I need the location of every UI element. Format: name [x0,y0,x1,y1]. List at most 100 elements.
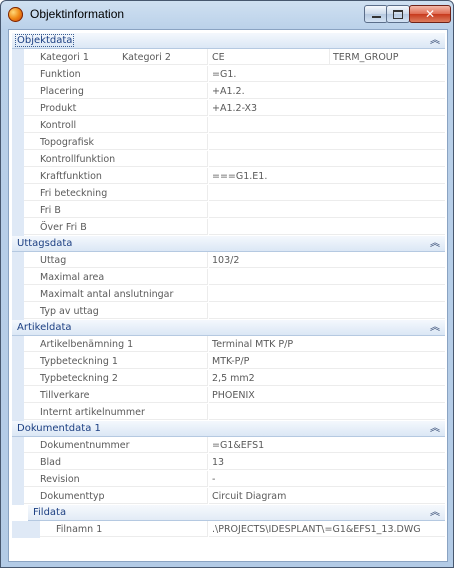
row-gutter [12,454,24,471]
property-label: Produkt [24,100,208,116]
property-label: Maximalt antal anslutningar [24,286,208,302]
objektinformation-window: Objektinformation ✕ Objektdata ︽ Kategor… [0,0,454,568]
property-value[interactable] [209,151,445,167]
double-chevron-up-icon[interactable]: ︽ [430,505,440,521]
property-label: Placering [24,83,208,99]
category-fildata[interactable]: Fildata ︽ [28,505,445,521]
category-artikeldata[interactable]: Artikeldata ︽ [12,320,445,336]
row-gutter [12,66,24,83]
double-chevron-up-icon[interactable]: ︽ [430,421,440,437]
row-gutter [12,83,24,100]
property-value[interactable] [209,303,445,319]
kategori-2-value: TERM_GROUP [333,52,399,63]
property-row[interactable]: Tillverkare PHOENIX [12,387,445,404]
row-gutter [12,134,24,151]
property-value[interactable]: 103/2 [209,252,445,268]
property-value[interactable]: 2,5 mm2 [209,370,445,386]
property-row[interactable]: Produkt +A1.2-X3 [12,100,445,117]
row-gutter [12,336,24,353]
property-label: Funktion [24,66,208,82]
row-gutter [12,202,24,219]
property-label: Kontroll [24,117,208,133]
property-label: Artikelbenämning 1 [24,336,208,352]
row-gutter [12,185,24,202]
title-bar[interactable]: Objektinformation ✕ [1,1,453,29]
property-row[interactable]: Typbeteckning 2 2,5 mm2 [12,370,445,387]
property-value[interactable] [209,117,445,133]
property-label: Kategori 1 Kategori 2 [24,49,208,65]
property-value[interactable]: =G1. [209,66,445,82]
property-value[interactable] [209,185,445,201]
property-value[interactable] [209,404,445,420]
property-row[interactable]: Kraftfunktion ===G1.E1. [12,168,445,185]
property-row[interactable]: Blad 13 [12,454,445,471]
row-gutter [12,303,24,320]
property-value[interactable] [209,134,445,150]
property-row[interactable]: Revision - [12,471,445,488]
category-title: Uttagsdata [17,238,73,249]
property-label: Fri beteckning [24,185,208,201]
property-value[interactable] [209,286,445,302]
property-row[interactable]: Kontrollfunktion [12,151,445,168]
property-value[interactable]: Circuit Diagram [209,488,445,504]
property-row[interactable]: Topografisk [12,134,445,151]
property-value[interactable]: MTK-P/P [209,353,445,369]
double-chevron-up-icon[interactable]: ︽ [430,33,440,49]
category-objektdata[interactable]: Objektdata ︽ [12,33,445,49]
property-label: Dokumentnummer [24,437,208,453]
property-value[interactable] [209,269,445,285]
property-row[interactable]: Fri B [12,202,445,219]
minimize-button[interactable] [364,5,388,23]
close-button[interactable]: ✕ [409,5,451,23]
category-uttagsdata[interactable]: Uttagsdata ︽ [12,236,445,252]
row-gutter [12,370,24,387]
double-chevron-up-icon[interactable]: ︽ [430,320,440,336]
kategori-1-value: CE [212,52,225,63]
property-row[interactable]: Placering +A1.2. [12,83,445,100]
property-label: Maximal area [24,269,208,285]
property-label: Internt artikelnummer [24,404,208,420]
property-label: Revision [24,471,208,487]
property-row[interactable]: Dokumenttyp Circuit Diagram [12,488,445,505]
row-gutter [12,471,24,488]
property-value[interactable]: .\PROJECTS\IDESPLANT\=G1&EFS1_13.DWG [209,521,445,537]
row-gutter [12,488,24,505]
property-value[interactable]: +A1.2-X3 [209,100,445,116]
row-gutter [12,521,40,538]
property-row[interactable]: Kontroll [12,117,445,134]
property-row[interactable]: Artikelbenämning 1 Terminal MTK P/P [12,336,445,353]
property-label: Dokumenttyp [24,488,208,504]
property-value[interactable]: - [209,471,445,487]
property-value[interactable]: Terminal MTK P/P [209,336,445,352]
property-row[interactable]: Typ av uttag [12,303,445,320]
category-dokumentdata[interactable]: Dokumentdata 1 ︽ [12,421,445,437]
property-label: Över Fri B [24,219,208,235]
maximize-button[interactable] [386,5,410,23]
row-gutter [12,117,24,134]
property-value[interactable] [209,219,445,235]
category-title: Dokumentdata 1 [17,423,101,434]
property-label: Kontrollfunktion [24,151,208,167]
property-row[interactable]: Filnamn 1 .\PROJECTS\IDESPLANT\=G1&EFS1_1… [12,521,445,538]
property-value[interactable]: PHOENIX [209,387,445,403]
row-gutter [12,437,24,454]
property-row[interactable]: Uttag 103/2 [12,252,445,269]
property-row-kategori[interactable]: Kategori 1 Kategori 2 CE TERM_GROUP [12,49,445,66]
property-row[interactable]: Internt artikelnummer [12,404,445,421]
property-value[interactable]: CE TERM_GROUP [209,49,445,65]
property-row[interactable]: Maximal area [12,269,445,286]
property-row[interactable]: Funktion =G1. [12,66,445,83]
property-value[interactable]: +A1.2. [209,83,445,99]
property-row[interactable]: Maximalt antal anslutningar [12,286,445,303]
property-value[interactable]: 13 [209,454,445,470]
property-row[interactable]: Fri beteckning [12,185,445,202]
property-value[interactable]: =G1&EFS1 [209,437,445,453]
property-row[interactable]: Över Fri B [12,219,445,236]
double-chevron-up-icon[interactable]: ︽ [430,236,440,252]
row-gutter [12,100,24,117]
property-value[interactable] [209,202,445,218]
property-row[interactable]: Dokumentnummer =G1&EFS1 [12,437,445,454]
row-gutter [12,151,24,168]
property-value[interactable]: ===G1.E1. [209,168,445,184]
property-row[interactable]: Typbeteckning 1 MTK-P/P [12,353,445,370]
